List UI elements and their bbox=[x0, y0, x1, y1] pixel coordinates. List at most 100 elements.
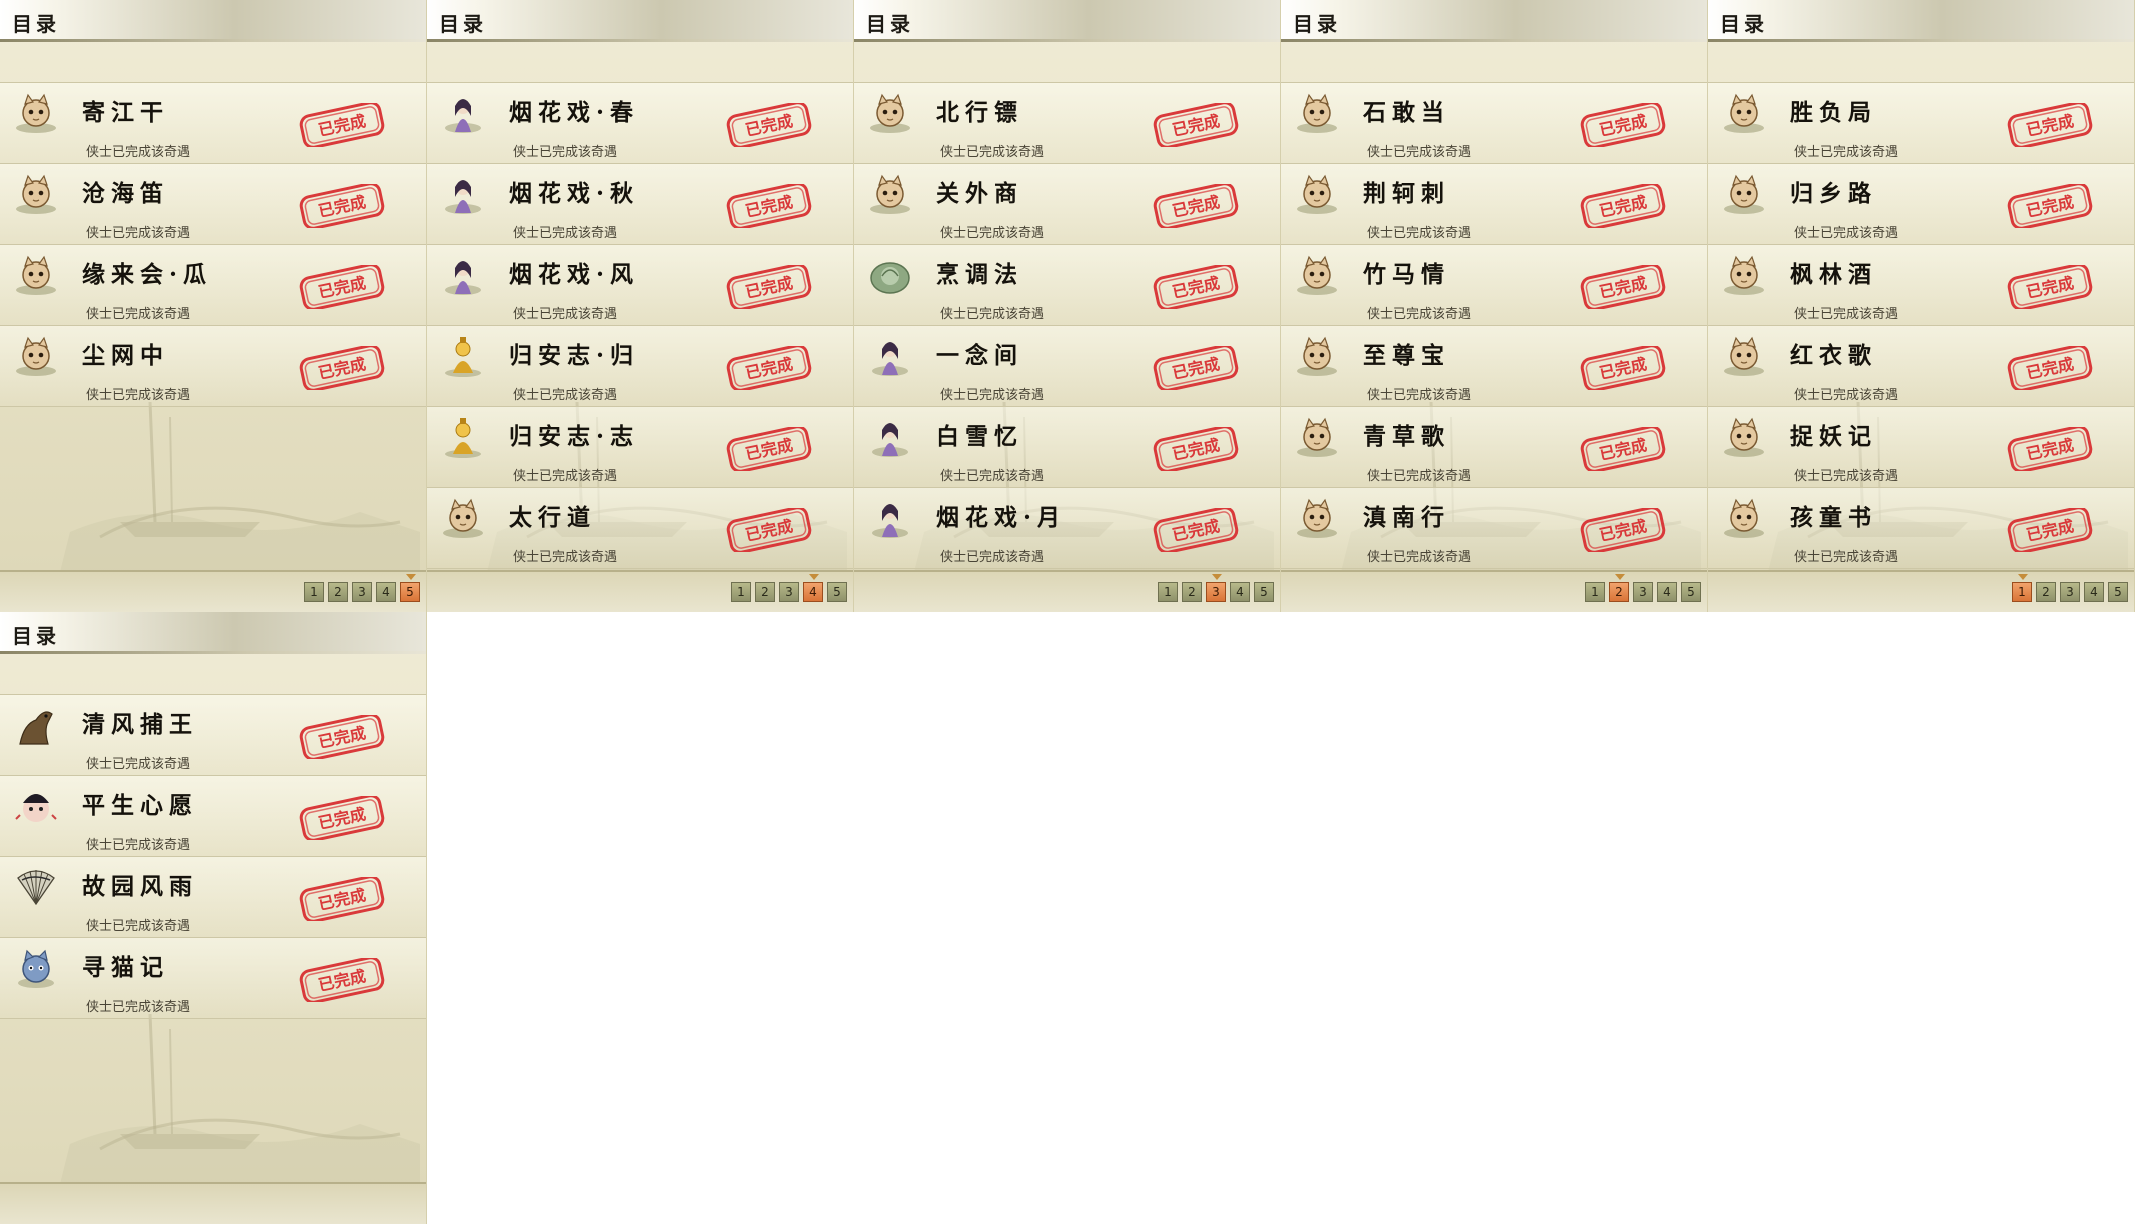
completed-stamp-icon: 已完成 bbox=[2007, 427, 2093, 471]
adventure-row[interactable]: 寻猫记 侠士已完成该奇遇 已完成 bbox=[0, 937, 426, 1019]
adventure-name: 石敢当 bbox=[1363, 99, 1450, 126]
completed-stamp-icon: 已完成 bbox=[299, 265, 385, 309]
page-button-4[interactable]: 4 bbox=[376, 582, 396, 602]
cat-icon bbox=[1295, 173, 1339, 215]
page-button-3[interactable]: 3 bbox=[1633, 582, 1653, 602]
adventure-row[interactable]: 沧海笛 侠士已完成该奇遇 已完成 bbox=[0, 163, 426, 244]
adventure-row[interactable]: 缘来会·瓜 侠士已完成该奇遇 已完成 bbox=[0, 244, 426, 325]
lady-icon bbox=[441, 173, 485, 215]
completed-label: 侠士已完成该奇遇 bbox=[1367, 145, 1472, 160]
adventure-name: 枫林酒 bbox=[1790, 261, 1877, 288]
page-button-3[interactable]: 3 bbox=[2060, 582, 2080, 602]
page-button-1[interactable]: 1 bbox=[2012, 574, 2032, 602]
page-button-3[interactable]: 3 bbox=[1206, 574, 1226, 602]
page-button-5[interactable]: 5 bbox=[1254, 582, 1274, 602]
completed-label: 侠士已完成该奇遇 bbox=[86, 145, 191, 160]
adventure-row[interactable]: 孩童书 侠士已完成该奇遇 已完成 bbox=[1708, 487, 2134, 569]
completed-stamp-icon: 已完成 bbox=[299, 796, 385, 840]
page-button-5[interactable]: 5 bbox=[827, 582, 847, 602]
panel-header: 目录 bbox=[1281, 0, 1707, 42]
completed-label: 侠士已完成该奇遇 bbox=[513, 307, 618, 322]
landscape-watermark-icon bbox=[60, 1013, 420, 1184]
completed-label: 侠士已完成该奇遇 bbox=[940, 307, 1045, 322]
adventure-row[interactable]: 至尊宝 侠士已完成该奇遇 已完成 bbox=[1281, 325, 1707, 406]
adventure-row[interactable]: 白雪忆 侠士已完成该奇遇 已完成 bbox=[854, 406, 1280, 487]
adventure-name: 滇南行 bbox=[1363, 504, 1450, 531]
page-button-4[interactable]: 4 bbox=[1230, 582, 1250, 602]
completed-stamp-icon: 已完成 bbox=[1580, 508, 1666, 552]
adventure-row[interactable]: 红衣歌 侠士已完成该奇遇 已完成 bbox=[1708, 325, 2134, 406]
pagination: 12345 bbox=[1585, 574, 1701, 602]
adventure-row[interactable]: 关外商 侠士已完成该奇遇 已完成 bbox=[854, 163, 1280, 244]
svg-text:已完成: 已完成 bbox=[744, 192, 795, 221]
page-button-3[interactable]: 3 bbox=[352, 582, 372, 602]
directory-panel-2: 目录 烟花戏·春 侠士已完成该奇遇 已完成 烟花戏·秋 侠士已完成该奇遇 已完成… bbox=[427, 0, 854, 612]
adventure-row[interactable]: 滇南行 侠士已完成该奇遇 已完成 bbox=[1281, 487, 1707, 569]
adventure-name: 一念间 bbox=[936, 342, 1023, 369]
panel-title: 目录 bbox=[12, 624, 60, 648]
adventure-name: 青草歌 bbox=[1363, 423, 1450, 450]
page-button-4[interactable]: 4 bbox=[2084, 582, 2104, 602]
adventure-name: 至尊宝 bbox=[1363, 342, 1450, 369]
adventure-list: 北行镖 侠士已完成该奇遇 已完成 关外商 侠士已完成该奇遇 已完成 烹调法 侠士… bbox=[854, 82, 1280, 569]
completed-label: 侠士已完成该奇遇 bbox=[1367, 226, 1472, 241]
page-button-1[interactable]: 1 bbox=[731, 582, 751, 602]
adventure-row[interactable]: 胜负局 侠士已完成该奇遇 已完成 bbox=[1708, 82, 2134, 163]
adventure-row[interactable]: 太行道 侠士已完成该奇遇 已完成 bbox=[427, 487, 853, 569]
fan-icon bbox=[14, 866, 58, 908]
adventure-row[interactable]: 归安志·归 侠士已完成该奇遇 已完成 bbox=[427, 325, 853, 406]
adventure-name: 烟花戏·月 bbox=[936, 504, 1067, 531]
completed-stamp-icon: 已完成 bbox=[299, 715, 385, 759]
adventure-row[interactable]: 烹调法 侠士已完成该奇遇 已完成 bbox=[854, 244, 1280, 325]
adventure-name: 荆轲刺 bbox=[1363, 180, 1450, 207]
adventure-row[interactable]: 归安志·志 侠士已完成该奇遇 已完成 bbox=[427, 406, 853, 487]
page-button-1[interactable]: 1 bbox=[1585, 582, 1605, 602]
page-button-5[interactable]: 5 bbox=[1681, 582, 1701, 602]
adventure-name: 归乡路 bbox=[1790, 180, 1877, 207]
page-button-1[interactable]: 1 bbox=[1158, 582, 1178, 602]
adventure-name: 捉妖记 bbox=[1790, 423, 1877, 450]
adventure-row[interactable]: 捉妖记 侠士已完成该奇遇 已完成 bbox=[1708, 406, 2134, 487]
page-button-2[interactable]: 2 bbox=[2036, 582, 2056, 602]
adventure-row[interactable]: 烟花戏·月 侠士已完成该奇遇 已完成 bbox=[854, 487, 1280, 569]
page-button-3[interactable]: 3 bbox=[779, 582, 799, 602]
adventure-row[interactable]: 青草歌 侠士已完成该奇遇 已完成 bbox=[1281, 406, 1707, 487]
adventure-row[interactable]: 寄江干 侠士已完成该奇遇 已完成 bbox=[0, 82, 426, 163]
adventure-row[interactable]: 荆轲刺 侠士已完成该奇遇 已完成 bbox=[1281, 163, 1707, 244]
completed-stamp-icon: 已完成 bbox=[726, 184, 812, 228]
adventure-row[interactable]: 平生心愿 侠士已完成该奇遇 已完成 bbox=[0, 775, 426, 856]
page-button-2[interactable]: 2 bbox=[1609, 574, 1629, 602]
cat-icon bbox=[868, 173, 912, 215]
adventure-row[interactable]: 清风捕王 侠士已完成该奇遇 已完成 bbox=[0, 694, 426, 775]
adventure-row[interactable]: 石敢当 侠士已完成该奇遇 已完成 bbox=[1281, 82, 1707, 163]
panel-header: 目录 bbox=[427, 0, 853, 42]
svg-text:已完成: 已完成 bbox=[744, 516, 795, 545]
page-button-5[interactable]: 5 bbox=[400, 574, 420, 602]
golden-figure-icon bbox=[441, 335, 485, 377]
adventure-row[interactable]: 北行镖 侠士已完成该奇遇 已完成 bbox=[854, 82, 1280, 163]
page-button-4[interactable]: 4 bbox=[803, 574, 823, 602]
adventure-row[interactable]: 烟花戏·秋 侠士已完成该奇遇 已完成 bbox=[427, 163, 853, 244]
adventure-row[interactable]: 归乡路 侠士已完成该奇遇 已完成 bbox=[1708, 163, 2134, 244]
page-button-1[interactable]: 1 bbox=[304, 582, 324, 602]
adventure-row[interactable]: 竹马情 侠士已完成该奇遇 已完成 bbox=[1281, 244, 1707, 325]
adventure-name: 烹调法 bbox=[936, 261, 1023, 288]
cat-icon bbox=[1722, 335, 1766, 377]
cat-icon bbox=[1295, 416, 1339, 458]
page-button-5[interactable]: 5 bbox=[2108, 582, 2128, 602]
page-button-2[interactable]: 2 bbox=[1182, 582, 1202, 602]
adventure-name: 缘来会·瓜 bbox=[82, 261, 213, 288]
svg-text:已完成: 已完成 bbox=[1598, 516, 1649, 545]
adventure-row[interactable]: 故园风雨 侠士已完成该奇遇 已完成 bbox=[0, 856, 426, 937]
page-button-4[interactable]: 4 bbox=[1657, 582, 1677, 602]
adventure-row[interactable]: 尘网中 侠士已完成该奇遇 已完成 bbox=[0, 325, 426, 407]
adventure-row[interactable]: 烟花戏·风 侠士已完成该奇遇 已完成 bbox=[427, 244, 853, 325]
adventure-row[interactable]: 烟花戏·春 侠士已完成该奇遇 已完成 bbox=[427, 82, 853, 163]
lady-icon bbox=[441, 254, 485, 296]
adventure-row[interactable]: 枫林酒 侠士已完成该奇遇 已完成 bbox=[1708, 244, 2134, 325]
adventure-row[interactable]: 一念间 侠士已完成该奇遇 已完成 bbox=[854, 325, 1280, 406]
completed-stamp-icon: 已完成 bbox=[726, 265, 812, 309]
page-button-2[interactable]: 2 bbox=[328, 582, 348, 602]
completed-stamp-icon: 已完成 bbox=[1580, 265, 1666, 309]
page-button-2[interactable]: 2 bbox=[755, 582, 775, 602]
